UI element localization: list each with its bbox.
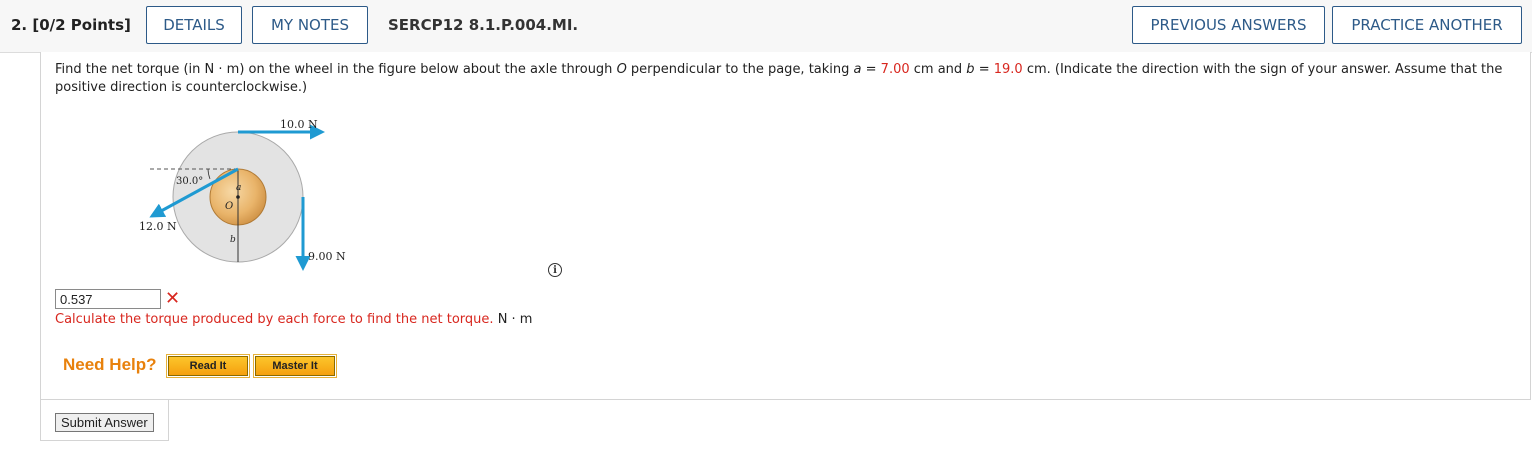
label-o: O — [225, 201, 233, 212]
wheel-figure: 10.0 N 12.0 N 9.00 N 30.0° a b O — [139, 118, 346, 271]
details-button[interactable]: DETAILS — [146, 6, 242, 44]
axle-point — [236, 195, 240, 199]
label-b: b — [230, 235, 236, 245]
practice-another-label: PRACTICE ANOTHER — [1351, 16, 1503, 34]
need-help-label: Need Help? — [63, 355, 157, 374]
my-notes-button[interactable]: MY NOTES — [252, 6, 368, 44]
previous-answers-label: PREVIOUS ANSWERS — [1150, 16, 1307, 34]
label-a: a — [236, 183, 241, 193]
master-it-button[interactable]: Master It — [253, 354, 337, 378]
force-right-label: 9.00 N — [308, 250, 346, 263]
angle-label: 30.0° — [176, 176, 203, 187]
points-badge: [0/2 Points] — [32, 16, 131, 34]
question-text: Find the net torque (in N · m) on the wh… — [55, 62, 1503, 95]
read-it-button[interactable]: Read It — [166, 354, 250, 378]
practice-another-button[interactable]: PRACTICE ANOTHER — [1332, 6, 1522, 44]
question-number-text: 2. — [11, 16, 28, 34]
previous-answers-button[interactable]: PREVIOUS ANSWERS — [1132, 6, 1325, 44]
feedback-line: Calculate the torque produced by each fo… — [55, 312, 532, 327]
submit-answer-label: Submit Answer — [61, 415, 148, 430]
problem-code: SERCP12 8.1.P.004.MI. — [388, 16, 579, 34]
force-left-label: 12.0 N — [139, 220, 177, 233]
a-value: 7.00 — [880, 62, 910, 77]
x-mark-icon: ✕ — [165, 288, 181, 309]
submit-answer-button[interactable]: Submit Answer — [55, 413, 154, 432]
force-top-label: 10.0 N — [280, 118, 318, 131]
b-value: 19.0 — [993, 62, 1023, 77]
info-icon[interactable]: i — [548, 263, 562, 277]
question-number: 2. [0/2 Points] — [11, 16, 131, 34]
master-it-label: Master It — [272, 360, 318, 372]
details-label: DETAILS — [163, 16, 225, 34]
feedback-text: Calculate the torque produced by each fo… — [55, 312, 494, 327]
answer-input[interactable] — [55, 289, 161, 309]
read-it-label: Read It — [189, 360, 227, 372]
my-notes-label: MY NOTES — [270, 16, 350, 34]
answer-unit: N · m — [497, 312, 533, 327]
question-header: 2. [0/2 Points] DETAILS MY NOTES SERCP12… — [0, 0, 1532, 53]
